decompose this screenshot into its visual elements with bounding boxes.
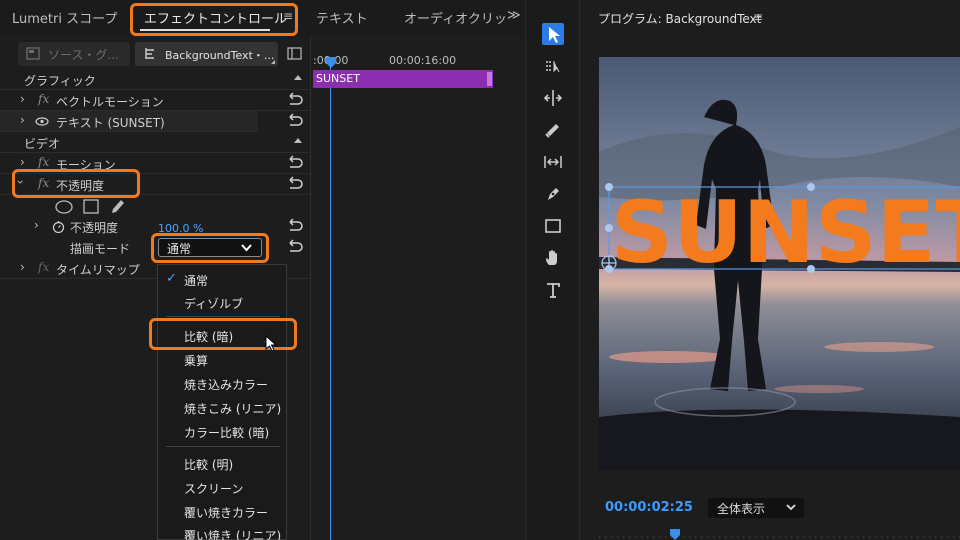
effect-controls-timeline: :00:00 00:00:16:00 SUNSET [310,36,525,540]
section-video[interactable]: ビデオ [0,132,310,153]
effect-label: テキスト (SUNSET) [56,116,165,130]
program-monitor-title[interactable]: プログラム: BackgroundText [598,10,761,27]
arrow-pointer-icon [549,27,560,43]
menu-item-darker-color[interactable]: カラー比較 (暗) [184,424,269,441]
blend-mode-menu: ✓ 通常 ディゾルブ 比較 (暗) 乗算 焼き込みカラー 焼きこみ (リニア) … [157,264,287,540]
collapse-caret-icon[interactable] [294,138,302,143]
highlight-effect-controls-tab [130,3,298,36]
program-playhead-icon[interactable] [669,528,681,540]
razor-tool-icon[interactable] [542,119,564,141]
type-tool-icon[interactable] [542,279,564,301]
source-icon [26,47,40,60]
corner-triangle-icon [271,60,275,64]
timeline-clip[interactable]: SUNSET [313,70,493,88]
param-label: 不透明度 [70,221,119,235]
rectangle-mask-icon[interactable] [83,199,99,214]
program-timecode[interactable]: 00:00:02:25 [605,500,693,515]
sunset-overlay-text: SUNSET [611,183,960,283]
track-select-tool-icon[interactable] [542,55,564,77]
hand-tool-icon[interactable] [542,247,564,269]
section-graphic-label: グラフィック [24,74,96,88]
chevron-right-icon[interactable]: › [20,92,25,106]
sequence-label: BackgroundText・... [165,49,275,62]
reset-icon[interactable] [286,176,304,192]
transform-handle[interactable] [807,183,815,191]
menu-item-multiply[interactable]: 乗算 [184,352,208,369]
clip-end-handle[interactable] [487,72,492,86]
menu-separator [166,446,280,447]
fx-icon[interactable]: fx [38,92,49,106]
effect-label: タイムリマップ [56,263,140,277]
chevron-right-icon[interactable]: › [34,218,39,232]
reset-icon[interactable] [286,218,304,234]
program-monitor: プログラム: BackgroundText ≡ SUNSET 00:00:02:… [583,0,960,540]
time-ruler[interactable] [599,530,960,540]
pen-tool-icon[interactable] [542,183,564,205]
transform-handle[interactable] [807,265,815,273]
transform-handle[interactable] [605,183,613,191]
reset-icon[interactable] [286,113,304,129]
menu-item-normal[interactable]: 通常 [184,272,208,289]
tools-panel [525,0,580,540]
fit-zoom-select[interactable]: 全体表示 [708,498,804,518]
source-clip-selector[interactable]: ソース・グ... [18,42,130,66]
section-video-label: ビデオ [24,137,61,151]
source-label: ソース・グ... [48,48,119,62]
clip-name: SUNSET [316,72,360,85]
ellipse-mask-icon[interactable] [55,200,73,214]
chevron-right-icon[interactable]: › [20,155,25,169]
menu-item-linear-burn[interactable]: 焼きこみ (リニア) [184,400,281,417]
toggle-timeline-view-icon[interactable] [287,47,302,60]
sequence-clip-selector[interactable]: BackgroundText・... [135,42,278,66]
fx-icon[interactable]: fx [38,260,49,274]
overflow-tabs-icon[interactable]: ≫ [507,8,521,23]
eye-icon[interactable] [35,117,49,126]
menu-separator [166,316,280,317]
playhead-handle-icon[interactable] [325,56,337,68]
stopwatch-icon[interactable] [52,220,65,233]
collapse-caret-icon[interactable] [294,75,302,80]
ripple-edit-tool-icon[interactable] [542,87,564,109]
menu-item-lighten[interactable]: 比較 (明) [184,456,233,473]
transform-handle[interactable] [605,224,613,232]
playhead-line[interactable] [330,58,331,540]
panel-tab-bar: Lumetri スコープ エフェクトコントロール ≡ テキスト オーディオクリッ… [0,0,525,36]
menu-item-color-dodge[interactable]: 覆い焼きカラー [184,504,268,521]
param-label: 描画モード [70,242,131,256]
tab-audio-clip-mixer[interactable]: オーディオクリッ [404,8,507,27]
chevron-down-icon [786,504,796,511]
reset-icon[interactable] [286,155,304,171]
checkmark-icon: ✓ [166,271,177,286]
effect-row-vector-motion[interactable]: › fx ベクトルモーション [0,90,310,111]
effect-label: ベクトルモーション [56,95,164,109]
tab-text[interactable]: テキスト [316,8,368,27]
rectangle-tool-icon[interactable] [542,215,564,237]
section-graphic[interactable]: グラフィック [0,69,310,90]
selection-tool[interactable] [542,23,564,45]
highlight-blend-mode-select [151,233,269,263]
reset-icon[interactable] [286,92,304,108]
chevron-right-icon[interactable]: › [20,113,25,127]
mask-tools [55,199,124,214]
menu-item-linear-dodge[interactable]: 覆い焼き (リニア) [184,527,281,540]
text-overlay[interactable]: SUNSET [599,57,960,471]
tab-lumetri-scopes[interactable]: Lumetri スコープ [12,8,117,27]
highlight-opacity-effect [12,169,140,198]
chevron-right-icon[interactable]: › [20,260,25,274]
panel-menu-icon[interactable]: ≡ [753,10,763,24]
slip-tool-icon[interactable] [542,151,564,173]
program-viewer[interactable]: SUNSET [599,57,960,471]
reset-icon[interactable] [286,239,304,255]
timeline-end-timecode: 00:00:16:00 [389,54,457,67]
menu-item-dissolve[interactable]: ディゾルブ [184,295,243,312]
fx-icon[interactable]: fx [38,155,49,169]
sequence-icon [145,48,154,59]
fit-zoom-value: 全体表示 [717,502,766,516]
effect-row-text-layer[interactable]: › テキスト (SUNSET) [0,111,258,132]
pen-mask-icon[interactable] [112,200,124,213]
mouse-cursor-icon [265,335,277,352]
menu-item-color-burn[interactable]: 焼き込みカラー [184,376,268,393]
menu-item-screen[interactable]: スクリーン [184,480,243,497]
